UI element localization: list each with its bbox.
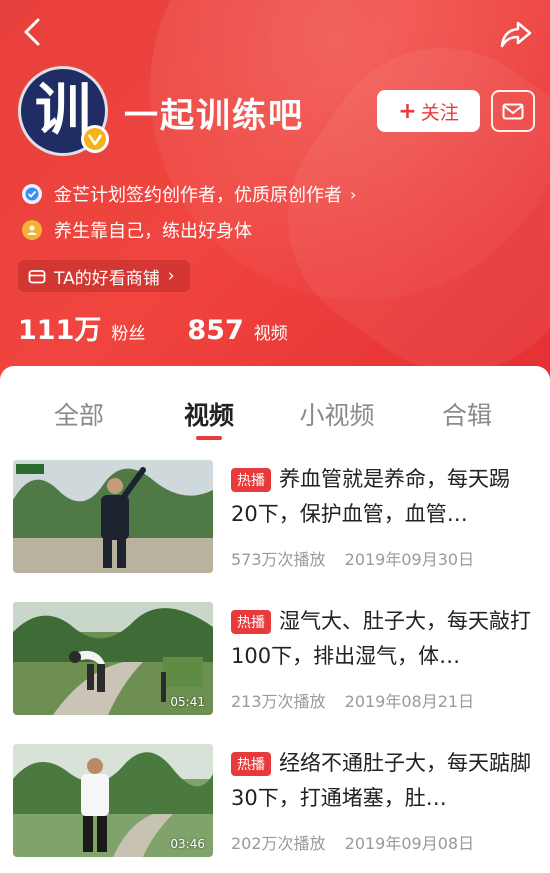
video-item[interactable]: 热播 养血管就是养命，每天踢20下，保护血管，血管… 573万次播放 2019年… [13, 460, 537, 575]
follow-plus: + [398, 98, 417, 124]
shop-icon [28, 270, 46, 284]
motto-row: 养生靠自己，练出好身体 [22, 217, 252, 243]
video-thumbnail[interactable]: 03:46 [13, 744, 213, 857]
videos-count: 857 [187, 315, 244, 346]
play-count: 213万次播放 [231, 692, 326, 711]
chevron-right-icon: › [350, 184, 357, 204]
video-meta: 213万次播放 2019年08月21日 [231, 688, 474, 712]
share-button[interactable] [496, 14, 536, 54]
video-meta: 573万次播放 2019年09月30日 [231, 546, 474, 570]
share-icon [500, 21, 532, 48]
video-item[interactable]: 05:41 热播 湿气大、肚子大，每天敲打100下，排出湿气，体… 213万次播… [13, 602, 537, 717]
video-title[interactable]: 湿气大、肚子大，每天敲打100下，排出湿气，体… [231, 604, 531, 674]
play-count: 202万次播放 [231, 834, 326, 853]
mail-icon [502, 103, 524, 119]
video-item[interactable]: 03:46 热播 经络不通肚子大，每天踮脚30下，打通堵塞，肚… 202万次播放… [13, 744, 537, 859]
follow-button[interactable]: + 关注 [377, 90, 480, 132]
video-thumbnail[interactable] [13, 460, 213, 573]
verified-v-icon [88, 134, 102, 145]
video-meta: 202万次播放 2019年09月08日 [231, 830, 474, 854]
avatar[interactable]: 训 [18, 66, 109, 156]
publish-date: 2019年09月30日 [344, 550, 475, 569]
video-title[interactable]: 经络不通肚子大，每天踮脚30下，打通堵塞，肚… [231, 746, 531, 816]
profile-header: 训 一起训练吧 + 关注 金芒计划签约创作者，优质原创作者 › 养生靠自己，练出… [0, 0, 550, 400]
chevron-right-icon: › [167, 266, 175, 286]
fans-label: 粉丝 [111, 324, 146, 344]
video-title[interactable]: 养血管就是养命，每天踢20下，保护血管，血管… [231, 462, 531, 532]
profile-name: 一起训练吧 [124, 96, 304, 136]
tab-videos[interactable]: 视频 [154, 396, 264, 432]
video-duration: 03:46 [170, 837, 205, 851]
shop-button[interactable]: TA的好看商铺 › [18, 260, 190, 292]
person-icon [22, 220, 42, 240]
back-arrow-icon [24, 18, 40, 46]
verified-v-badge [81, 125, 109, 153]
follow-label: 关注 [420, 101, 459, 124]
shop-label: TA的好看商铺 [54, 268, 160, 289]
content-panel: 全部 视频 小视频 合辑 热播 养血管就是养命，每天踢20下，保护血管，血管… … [0, 366, 550, 873]
profile-stats: 111万 粉丝 857 视频 [18, 308, 330, 347]
active-tab-indicator [196, 436, 222, 440]
certification-text: 金芒计划签约创作者，优质原创作者 [54, 185, 342, 206]
tab-all[interactable]: 全部 [24, 396, 134, 432]
videos-label: 视频 [253, 324, 288, 344]
fans-count: 111万 [18, 315, 102, 346]
back-button[interactable] [14, 14, 50, 50]
publish-date: 2019年09月08日 [344, 834, 475, 853]
tab-collections[interactable]: 合辑 [412, 396, 522, 432]
verified-icon [22, 184, 42, 204]
message-button[interactable] [491, 90, 535, 132]
tab-short-videos[interactable]: 小视频 [282, 396, 392, 432]
video-thumbnail[interactable]: 05:41 [13, 602, 213, 715]
publish-date: 2019年08月21日 [344, 692, 475, 711]
certification-row[interactable]: 金芒计划签约创作者，优质原创作者 › [22, 181, 356, 207]
tab-bar: 全部 视频 小视频 合辑 [0, 396, 550, 436]
video-duration: 05:41 [170, 695, 205, 709]
play-count: 573万次播放 [231, 550, 326, 569]
motto-text: 养生靠自己，练出好身体 [54, 221, 252, 242]
